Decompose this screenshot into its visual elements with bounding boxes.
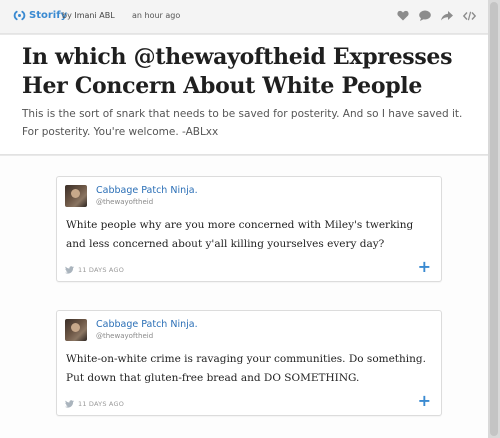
avatar[interactable] bbox=[65, 185, 87, 207]
tweet-author-name[interactable]: Cabbage Patch Ninja. bbox=[96, 319, 198, 330]
story-actions bbox=[397, 10, 476, 21]
tweet-author-handle[interactable]: @thewayoftheid bbox=[96, 198, 153, 206]
author-link[interactable]: Imani ABL bbox=[74, 11, 114, 20]
tweet-text: White-on-white crime is ravaging your co… bbox=[66, 353, 426, 384]
heart-icon[interactable] bbox=[397, 10, 409, 21]
story-header: In which @thewayoftheid Expresses Her Co… bbox=[0, 35, 488, 155]
embed-icon[interactable] bbox=[463, 11, 476, 21]
tweet-text: White people why are you more concerned … bbox=[66, 219, 414, 250]
twitter-bird-icon bbox=[65, 266, 74, 274]
tweet-time[interactable]: 11 DAYS AGO bbox=[78, 266, 124, 274]
share-icon[interactable] bbox=[441, 10, 453, 21]
story-feed: Cabbage Patch Ninja. @thewayoftheid Whit… bbox=[0, 156, 488, 438]
tweet-meta: 11 DAYS AGO bbox=[65, 266, 124, 274]
byline: by Imani ABL bbox=[62, 11, 115, 20]
storify-logo[interactable]: Storify bbox=[13, 9, 67, 22]
twitter-bird-icon bbox=[65, 400, 74, 408]
tweet-time[interactable]: 11 DAYS AGO bbox=[78, 400, 124, 408]
story-toolbar: Storify by Imani ABL an hour ago bbox=[0, 0, 488, 34]
tweet-meta: 11 DAYS AGO bbox=[65, 400, 124, 408]
published-time: an hour ago bbox=[132, 11, 181, 20]
tweet-author-name[interactable]: Cabbage Patch Ninja. bbox=[96, 185, 198, 196]
add-element-button[interactable]: + bbox=[418, 393, 431, 409]
byline-prefix: by bbox=[62, 11, 72, 20]
tweet-card: Cabbage Patch Ninja. @thewayoftheid Whit… bbox=[56, 176, 442, 282]
tweet-author-handle[interactable]: @thewayoftheid bbox=[96, 332, 153, 340]
story-title: In which @thewayoftheid Expresses Her Co… bbox=[22, 44, 453, 99]
add-element-button[interactable]: + bbox=[418, 259, 431, 275]
page-scrollbar[interactable] bbox=[488, 0, 500, 438]
scrollbar-thumb[interactable] bbox=[490, 2, 498, 436]
story-description: This is the sort of snark that needs to … bbox=[22, 108, 463, 138]
comment-icon[interactable] bbox=[419, 10, 431, 21]
storify-logo-icon bbox=[13, 10, 26, 21]
avatar[interactable] bbox=[65, 319, 87, 341]
tweet-card: Cabbage Patch Ninja. @thewayoftheid Whit… bbox=[56, 310, 442, 416]
